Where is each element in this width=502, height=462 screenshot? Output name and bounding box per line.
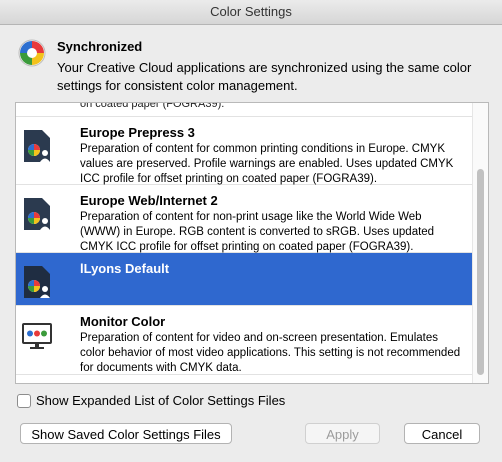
sync-description: Your Creative Cloud applications are syn… [57,60,472,93]
color-settings-list[interactable]: on coated paper (FOGRA39). Europe Prepre… [15,102,489,384]
show-saved-settings-button[interactable]: Show Saved Color Settings Files [20,423,232,444]
list-scrollbar[interactable] [472,103,488,383]
list-item-title: lLyons Default [80,261,170,276]
scrollbar-thumb[interactable] [477,169,484,375]
list-item-description: Preparation of content for video and on-… [80,332,461,374]
list-item-selected[interactable]: lLyons Default [16,253,472,306]
list-item-title: Monitor Color [80,314,166,329]
list-item[interactable]: Europe Prepress 3 Preparation of content… [16,117,472,185]
list-item-description: Preparation of content for common printi… [80,143,454,185]
color-settings-file-icon [24,198,50,230]
list-item[interactable]: on coated paper (FOGRA39). [16,102,472,117]
expanded-list-label: Show Expanded List of Color Settings Fil… [36,393,286,408]
list-item-title: Europe Prepress 3 [80,125,195,140]
expanded-list-checkbox[interactable] [17,393,31,408]
monitor-icon [22,323,52,349]
list-item-partial-text: on coated paper (FOGRA39). [80,102,225,110]
color-settings-file-icon [24,266,50,298]
cancel-button[interactable]: Cancel [404,423,480,444]
list-item[interactable]: Europe Web/Internet 2 Preparation of con… [16,185,472,253]
window-title: Color Settings [0,0,502,25]
list-item[interactable]: Monitor Color Preparation of content for… [16,306,472,375]
sync-status: Synchronized [57,39,143,54]
expanded-list-option[interactable]: Show Expanded List of Color Settings Fil… [17,393,285,408]
apply-button[interactable]: Apply [305,423,380,444]
list-item-description: Preparation of content for non-print usa… [80,211,435,253]
color-settings-window: Color Settings Synchronized Your Creativ… [0,0,502,462]
color-wheel-icon [18,39,46,67]
list-item-title: Europe Web/Internet 2 [80,193,218,208]
color-settings-file-icon [24,130,50,162]
